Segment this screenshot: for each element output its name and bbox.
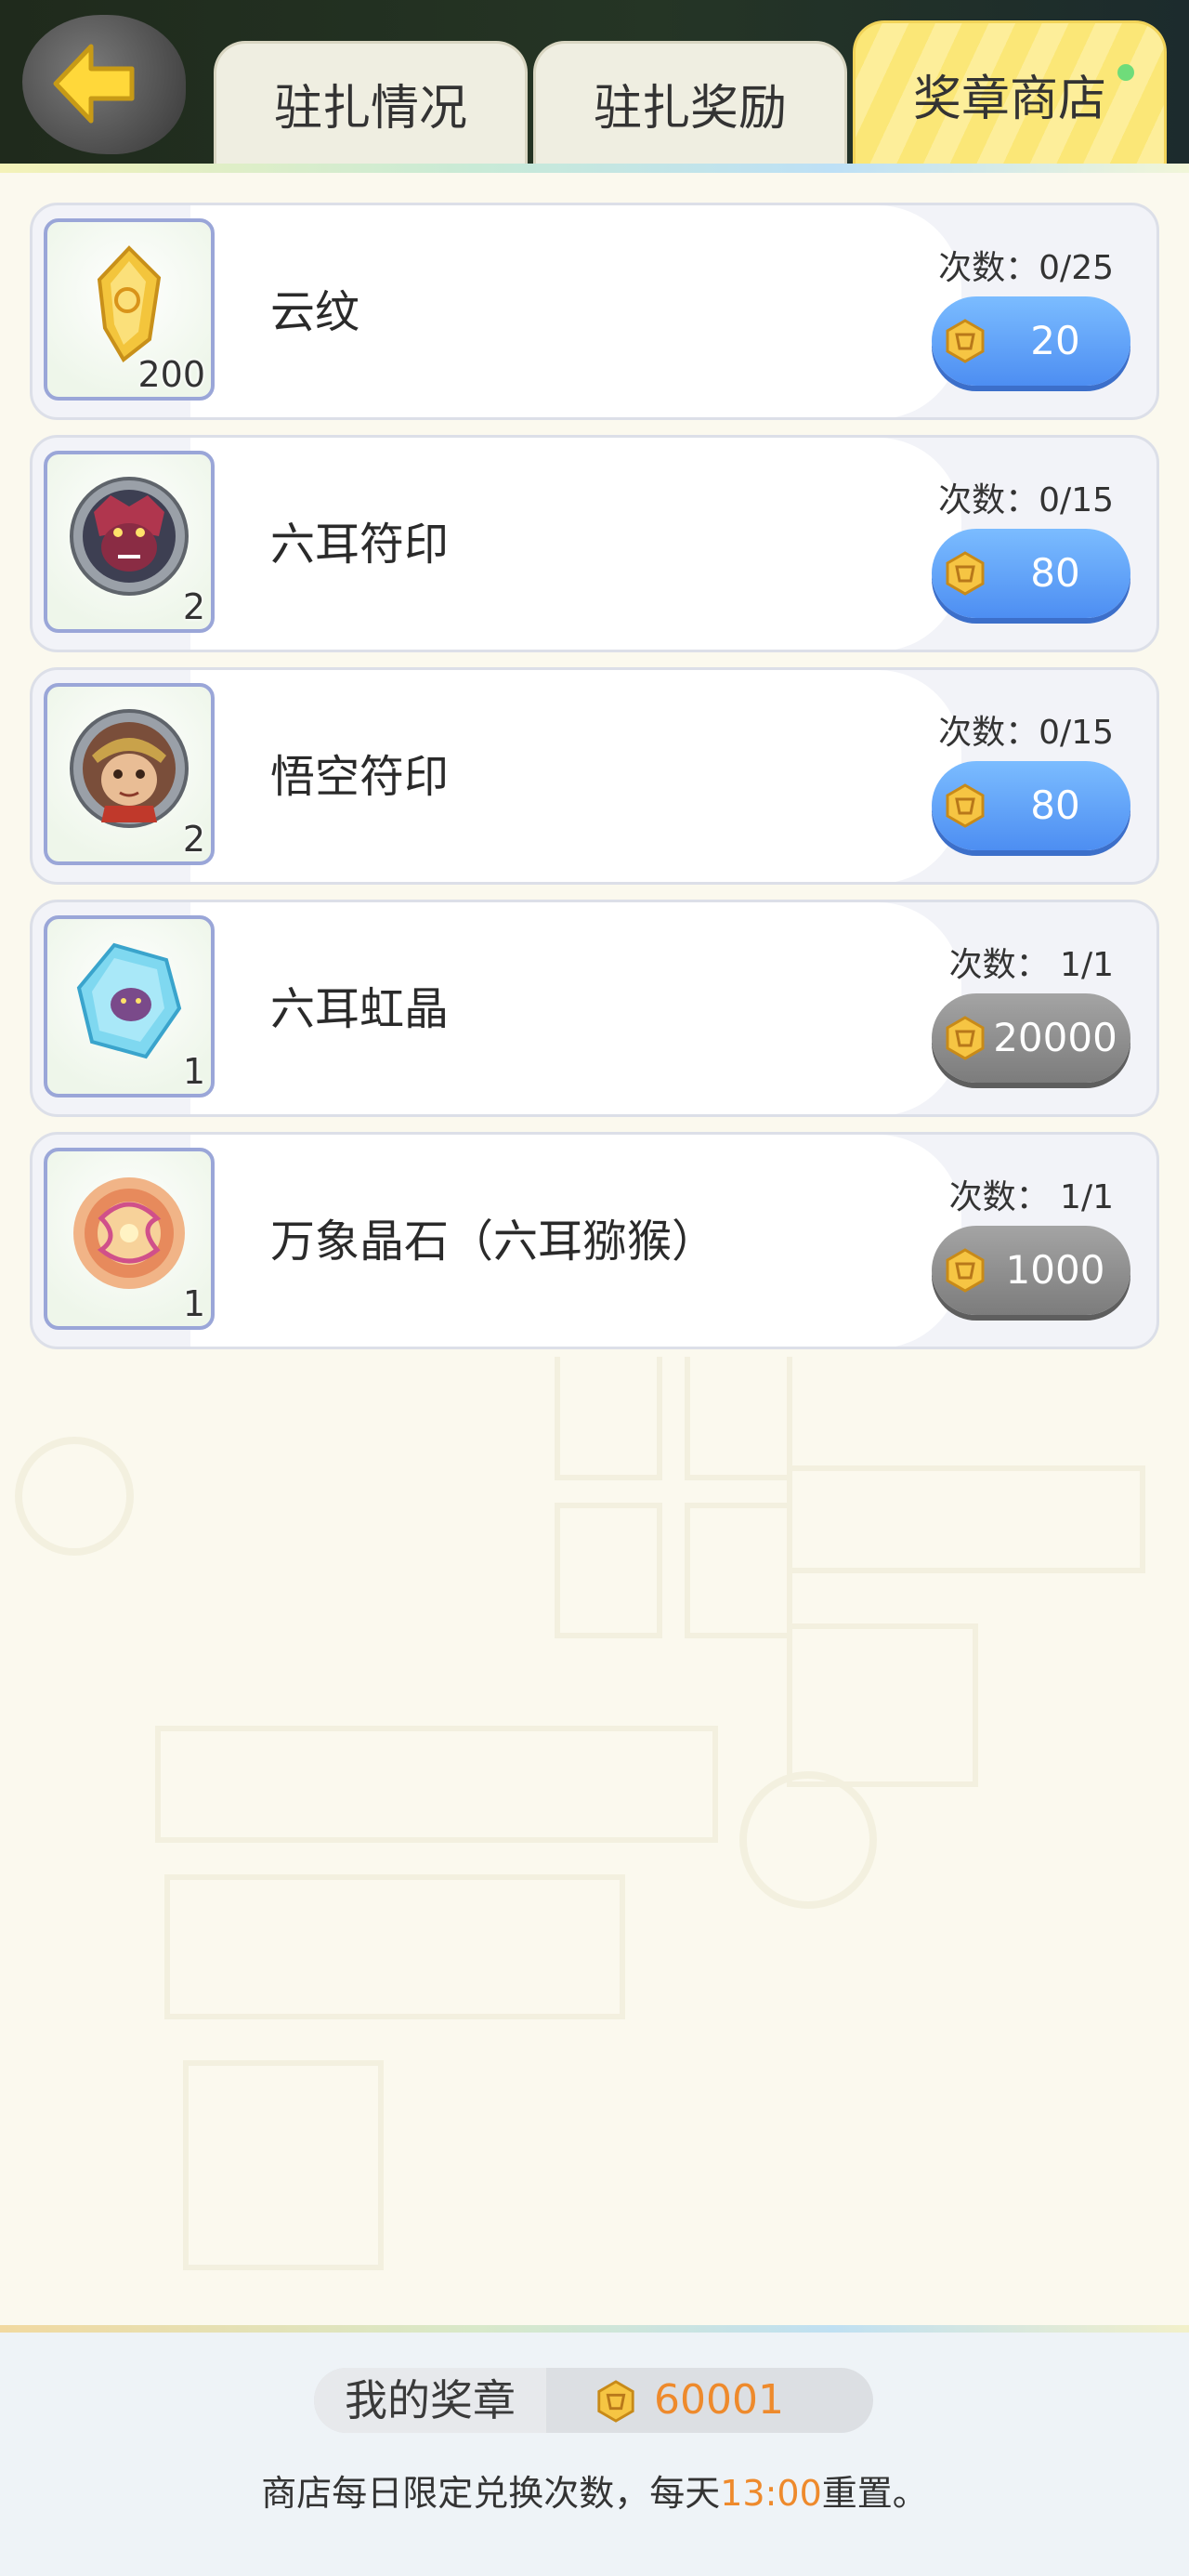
item-name: 万象晶石（六耳猕猴）	[270, 1216, 717, 1268]
background-watermark	[15, 1357, 1145, 2270]
reset-time: 13:00	[720, 2473, 822, 2514]
price-value: 80	[1030, 550, 1080, 596]
tab-label: 奖章商店	[912, 72, 1106, 127]
medal-balance: 我的奖章 60001	[314, 2368, 873, 2433]
item-quantity: 2	[182, 819, 205, 860]
item-thumbnail[interactable]: 2	[44, 451, 215, 633]
exchange-limit: 次数：0/15	[938, 714, 1114, 752]
exchange-limit: 次数：0/15	[938, 481, 1114, 519]
medal-coin-icon	[946, 1248, 985, 1293]
footer-panel: 我的奖章 60001 商店每日限定兑换次数，每天13:00重置。	[0, 2325, 1189, 2576]
shop-item-row: 200 云纹 次数：0/25 20	[30, 203, 1159, 420]
price-value: 80	[1030, 782, 1080, 828]
rainbow-crystal-icon	[76, 942, 182, 1059]
header-divider	[0, 164, 1189, 173]
item-thumbnail[interactable]: 1	[44, 1148, 215, 1330]
back-button[interactable]	[22, 15, 186, 154]
buy-button[interactable]: 80	[932, 761, 1130, 850]
tab-label: 驻扎奖励	[593, 81, 787, 137]
buy-button[interactable]: 20	[932, 296, 1130, 386]
six-ear-macaque-seal-icon	[70, 477, 189, 596]
shop-item-row: 1 万象晶石（六耳猕猴） 次数： 1/1 1000	[30, 1132, 1159, 1349]
medal-label: 我的奖章	[314, 2368, 546, 2433]
buy-button[interactable]: 20000	[932, 993, 1130, 1083]
note-suffix: 重置。	[821, 2473, 928, 2514]
tab-medal-shop[interactable]: 奖章商店	[853, 20, 1167, 165]
buy-button[interactable]: 80	[932, 529, 1130, 618]
note-prefix: 商店每日限定兑换次数，每天	[261, 2473, 721, 2514]
back-arrow-icon	[53, 44, 135, 124]
medal-coin-icon	[597, 2380, 634, 2423]
cloud-pattern-crystal-icon	[97, 245, 162, 362]
medal-coin-icon	[946, 783, 985, 828]
item-thumbnail[interactable]: 1	[44, 915, 215, 1097]
medal-value: 60001	[654, 2376, 784, 2424]
shop-item-row: 1 六耳虹晶 次数： 1/1 20000	[30, 900, 1159, 1117]
price-value: 20	[1030, 318, 1080, 363]
myriad-spar-icon	[73, 1177, 185, 1289]
price-value: 20000	[993, 1015, 1117, 1060]
item-name: 六耳虹晶	[270, 983, 450, 1035]
exchange-limit: 次数： 1/1	[948, 946, 1114, 984]
exchange-limit: 次数：0/25	[938, 249, 1114, 287]
medal-coin-icon	[946, 319, 985, 363]
shop-item-list: 200 云纹 次数：0/25 20 2 六耳符印 次数：0/15 80 2 悟空…	[30, 203, 1159, 1364]
top-bar: 驻扎情况 驻扎奖励 奖章商店	[0, 0, 1189, 173]
notification-dot	[1117, 64, 1134, 81]
footer-divider	[0, 2325, 1189, 2333]
tab-stationing-rewards[interactable]: 驻扎奖励	[533, 41, 847, 164]
medal-coin-icon	[946, 1016, 985, 1060]
item-quantity: 2	[182, 586, 205, 627]
reset-note: 商店每日限定兑换次数，每天13:00重置。	[0, 2464, 1189, 2516]
wukong-seal-icon	[70, 709, 189, 828]
item-thumbnail[interactable]: 2	[44, 683, 215, 865]
tab-label: 驻扎情况	[273, 81, 467, 137]
item-name: 云纹	[270, 286, 360, 338]
tab-stationing-status[interactable]: 驻扎情况	[214, 41, 528, 164]
item-quantity: 1	[182, 1283, 205, 1324]
buy-button[interactable]: 1000	[932, 1226, 1130, 1315]
shop-item-row: 2 六耳符印 次数：0/15 80	[30, 435, 1159, 652]
item-name: 六耳符印	[270, 519, 450, 571]
medal-coin-icon	[946, 551, 985, 596]
item-quantity: 200	[137, 354, 205, 395]
item-thumbnail[interactable]: 200	[44, 218, 215, 401]
item-name: 悟空符印	[270, 751, 450, 803]
shop-item-row: 2 悟空符印 次数：0/15 80	[30, 667, 1159, 885]
price-value: 1000	[1005, 1247, 1105, 1293]
item-quantity: 1	[182, 1051, 205, 1092]
exchange-limit: 次数： 1/1	[948, 1178, 1114, 1216]
